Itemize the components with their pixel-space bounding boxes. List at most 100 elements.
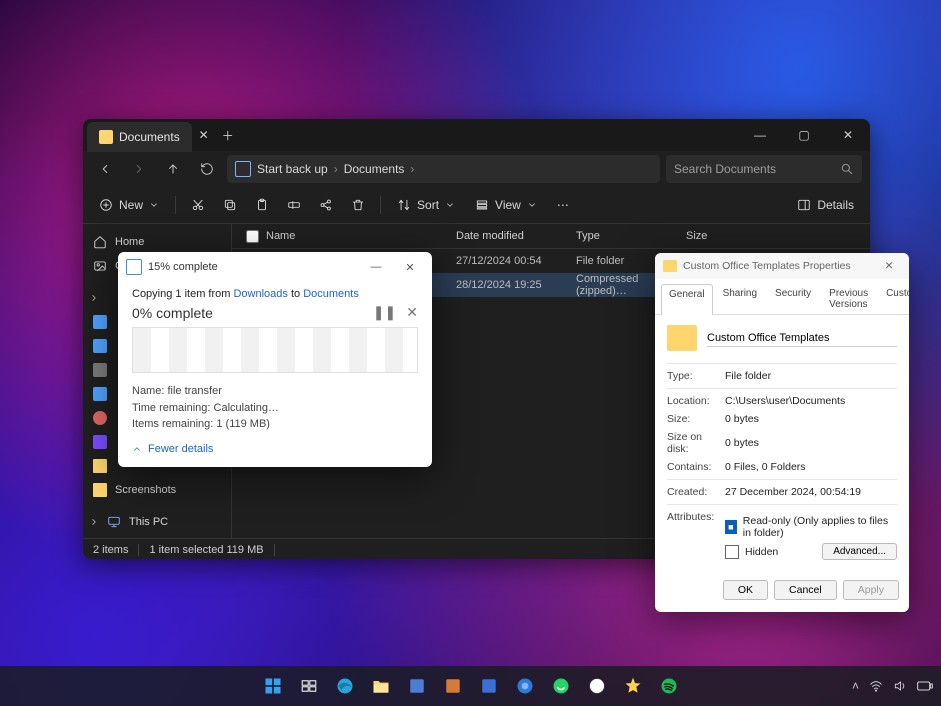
app-icon[interactable]: [402, 671, 432, 701]
name-value: file transfer: [167, 385, 221, 397]
tab-previous-versions[interactable]: Previous Versions: [821, 283, 876, 314]
whatsapp-icon[interactable]: [546, 671, 576, 701]
folder-icon: [663, 260, 677, 272]
fewer-details-toggle[interactable]: Fewer details: [132, 443, 418, 455]
app-icon[interactable]: [438, 671, 468, 701]
sidebar-item-screenshots[interactable]: Screenshots: [87, 478, 227, 502]
column-type[interactable]: Type: [576, 230, 686, 242]
contains-value: 0 Files, 0 Folders: [725, 461, 897, 473]
app-icon[interactable]: [474, 671, 504, 701]
refresh-button[interactable]: [193, 155, 221, 183]
rename-button[interactable]: [280, 191, 308, 219]
details-pane-button[interactable]: Details: [789, 191, 862, 219]
column-size[interactable]: Size: [686, 230, 870, 242]
paste-button[interactable]: [248, 191, 276, 219]
up-button[interactable]: [159, 155, 187, 183]
app-icon[interactable]: [510, 671, 540, 701]
advanced-button[interactable]: Advanced...: [822, 543, 897, 560]
search-box[interactable]: Search Documents: [666, 155, 862, 183]
wifi-icon[interactable]: [869, 679, 883, 693]
sort-button[interactable]: Sort: [389, 191, 463, 219]
more-button[interactable]: ⋯: [549, 191, 577, 219]
readonly-checkbox[interactable]: ■: [725, 520, 737, 534]
close-button[interactable]: ✕: [877, 256, 901, 276]
dialog-titlebar: 15% complete — ✕: [118, 252, 432, 282]
app-icon[interactable]: [618, 671, 648, 701]
disk-value: 0 bytes: [725, 437, 897, 449]
hidden-label: Hidden: [745, 546, 778, 558]
column-date[interactable]: Date modified: [456, 230, 576, 242]
back-button[interactable]: [91, 155, 119, 183]
delete-button[interactable]: [344, 191, 372, 219]
sidebar-item-label: This PC: [129, 516, 168, 528]
minimize-button[interactable]: —: [738, 119, 782, 151]
view-button[interactable]: View: [467, 191, 545, 219]
start-button[interactable]: [258, 671, 288, 701]
crumb-leaf[interactable]: Documents: [344, 162, 405, 176]
file-explorer-icon[interactable]: [366, 671, 396, 701]
task-view-button[interactable]: [294, 671, 324, 701]
cancel-copy-button[interactable]: ✕: [406, 304, 418, 321]
share-button[interactable]: [312, 191, 340, 219]
spotify-icon[interactable]: [654, 671, 684, 701]
tab-sharing[interactable]: Sharing: [715, 283, 765, 314]
pin-icon: [93, 411, 107, 425]
apply-button[interactable]: Apply: [843, 580, 899, 600]
maximize-button[interactable]: ▢: [782, 119, 826, 151]
folder-icon: [93, 459, 107, 473]
copy-button[interactable]: [216, 191, 244, 219]
chevron-down-icon: [527, 200, 537, 210]
tab-documents[interactable]: Documents: [87, 122, 192, 152]
system-tray[interactable]: ˄: [852, 666, 933, 706]
time-value: Calculating…: [214, 402, 279, 414]
chevron-right-icon: [89, 293, 99, 303]
tab-general[interactable]: General: [661, 284, 713, 315]
monitor-icon: [235, 161, 251, 177]
volume-icon[interactable]: [893, 679, 907, 693]
minimize-button[interactable]: —: [362, 256, 390, 278]
fewer-label: Fewer details: [148, 443, 213, 455]
close-button[interactable]: ✕: [826, 119, 870, 151]
to-link[interactable]: Documents: [303, 288, 359, 300]
new-button[interactable]: New: [91, 191, 167, 219]
battery-icon[interactable]: [917, 680, 933, 692]
new-label: New: [119, 198, 143, 212]
sidebar-expander[interactable]: This PC: [87, 510, 227, 534]
select-all-checkbox[interactable]: [246, 230, 259, 243]
crumb-sep: ›: [334, 162, 338, 176]
column-name[interactable]: Name: [266, 230, 456, 242]
items-label: Items remaining:: [132, 418, 216, 430]
breadcrumb[interactable]: Start back up › Documents ›: [227, 155, 660, 183]
chevron-up-icon[interactable]: ˄: [852, 679, 859, 693]
tab-customize[interactable]: Customize: [878, 283, 909, 314]
pause-button[interactable]: ❚❚: [373, 304, 396, 321]
progress-chart: [132, 327, 418, 373]
ok-button[interactable]: OK: [723, 580, 768, 600]
new-tab-button[interactable]: ＋: [216, 123, 240, 147]
column-headers[interactable]: Name Date modified Type Size: [232, 224, 870, 249]
chevron-up-icon: [132, 444, 142, 454]
tab-security[interactable]: Security: [767, 283, 819, 314]
close-button[interactable]: ✕: [396, 256, 424, 278]
from-link[interactable]: Downloads: [233, 288, 287, 300]
folder-name-field[interactable]: [707, 330, 897, 347]
view-label: View: [495, 198, 521, 212]
sidebar-item-label: Screenshots: [115, 484, 176, 496]
edge-icon[interactable]: [330, 671, 360, 701]
time-label: Time remaining:: [132, 402, 214, 414]
tab-label: Documents: [119, 130, 180, 144]
titlebar: Documents ✕ ＋ — ▢ ✕: [83, 119, 870, 151]
tab-close-button[interactable]: ✕: [192, 123, 216, 147]
properties-dialog: Custom Office Templates Properties ✕ Gen…: [655, 253, 909, 612]
hidden-checkbox[interactable]: [725, 545, 739, 559]
tab-strip: General Sharing Security Previous Versio…: [655, 279, 909, 315]
forward-button[interactable]: [125, 155, 153, 183]
crumb-root[interactable]: Start back up: [257, 162, 328, 176]
app-icon[interactable]: [582, 671, 612, 701]
sidebar-item-home[interactable]: Home: [87, 230, 227, 254]
cut-button[interactable]: [184, 191, 212, 219]
copy-progress-dialog: 15% complete — ✕ Copying 1 item from Dow…: [118, 252, 432, 467]
cancel-button[interactable]: Cancel: [774, 580, 837, 600]
percent-complete: 0% complete: [132, 305, 213, 321]
chevron-right-icon: [89, 517, 99, 527]
